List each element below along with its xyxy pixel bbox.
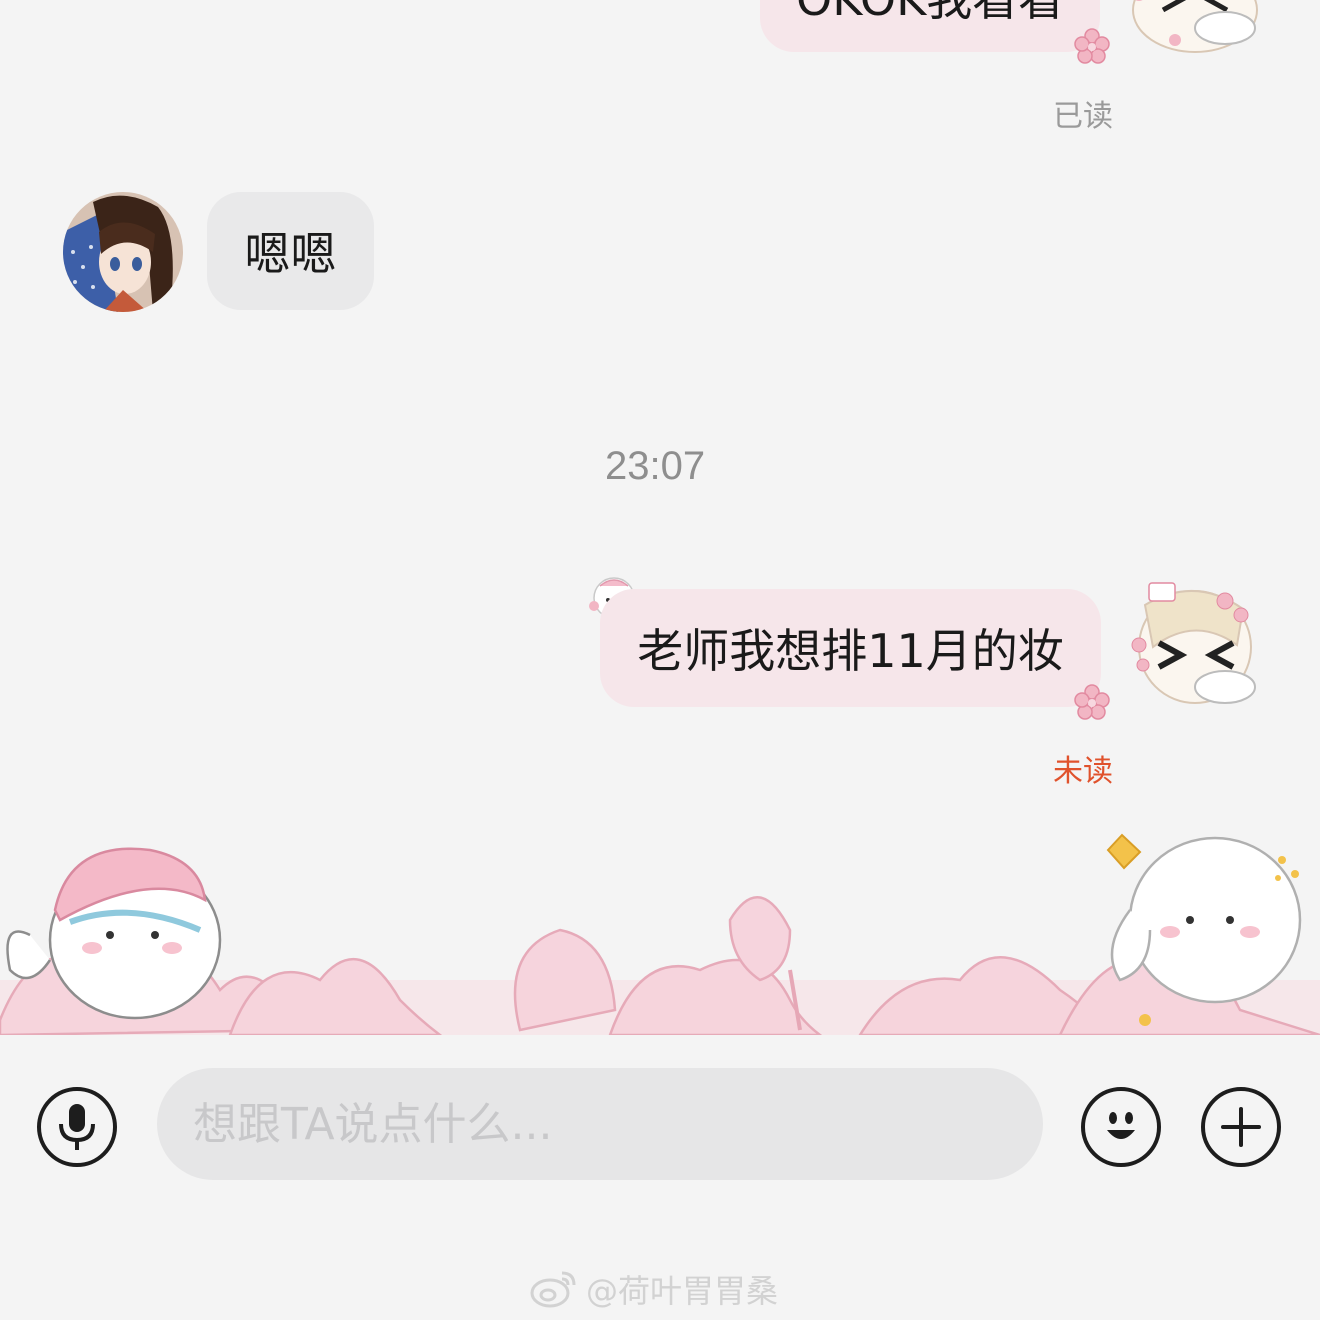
- cherry-blossom-bunny-illustration-icon: [0, 833, 1320, 1035]
- microphone-icon: [59, 1104, 95, 1150]
- message-text: OKOK我看看: [796, 0, 1064, 22]
- chat-background-decoration: [0, 830, 1320, 1035]
- more-button[interactable]: [1201, 1087, 1281, 1167]
- message-bubble-received[interactable]: 嗯嗯: [207, 192, 374, 310]
- read-status: 已读: [1053, 99, 1113, 134]
- contact-avatar[interactable]: [63, 192, 183, 312]
- voice-button[interactable]: [37, 1087, 117, 1167]
- message-text: 嗯嗯: [244, 227, 337, 281]
- message-input[interactable]: [157, 1068, 1043, 1180]
- anime-girl-avatar-icon: [63, 192, 183, 312]
- smile-icon: [1107, 1112, 1135, 1139]
- my-avatar-sticker[interactable]: [1125, 575, 1265, 710]
- watermark: @荷叶胃胃桑: [530, 1264, 778, 1314]
- emoji-button[interactable]: [1081, 1087, 1161, 1167]
- message-bubble-sent-partial[interactable]: OKOK我看看: [760, 0, 1100, 52]
- unread-status: 未读: [1053, 754, 1113, 789]
- message-text: 老师我想排11月的妆: [637, 624, 1064, 678]
- plus-icon: [1221, 1107, 1261, 1147]
- my-avatar-sticker[interactable]: [1125, 0, 1265, 55]
- watermark-text: @荷叶胃胃桑: [586, 1272, 779, 1310]
- weibo-icon: [530, 1271, 576, 1308]
- flower-decoration-icon: [1074, 684, 1110, 720]
- message-timestamp: 23:07: [605, 444, 706, 488]
- message-bubble-sent[interactable]: 老师我想排11月的妆: [600, 589, 1101, 707]
- flower-decoration-icon: [1074, 28, 1110, 64]
